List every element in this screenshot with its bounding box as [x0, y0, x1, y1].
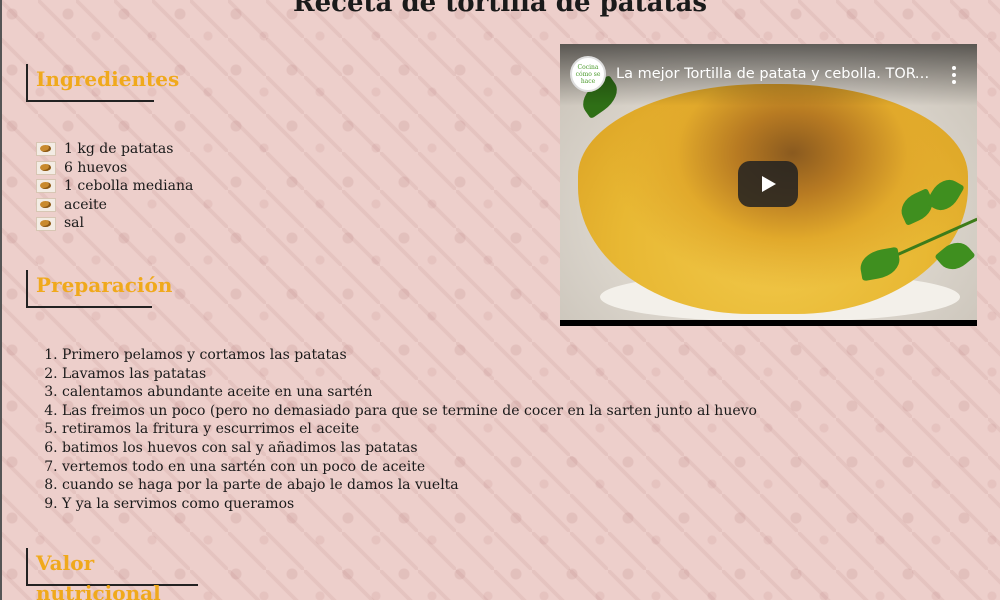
potato-icon — [36, 198, 56, 213]
potato-icon — [36, 160, 56, 175]
step-item: retiramos la fritura y escurrimos el ace… — [62, 420, 757, 439]
video-title-link[interactable]: La mejor Tortilla de patata y cebolla. T… — [616, 66, 934, 82]
heading-valor-nutricional: Valor nutricional — [26, 548, 198, 600]
step-item: calentamos abundante aceite en una sarté… — [62, 383, 757, 402]
ingredient-text: aceite — [64, 196, 107, 213]
ingredient-item: 6 huevos — [36, 159, 193, 178]
step-item: Las freimos un poco (pero no demasiado p… — [62, 402, 757, 421]
ingredient-text: sal — [64, 215, 85, 232]
potato-icon — [36, 142, 56, 157]
play-icon[interactable] — [738, 161, 798, 207]
ingredient-item: 1 cebolla mediana — [36, 177, 193, 196]
video-thumbnail[interactable]: Cocina cómo se hace La mejor Tortilla de… — [560, 44, 977, 320]
ingredient-text: 1 cebolla mediana — [64, 178, 194, 195]
potato-icon — [36, 179, 56, 194]
step-item: Y ya la servimos como queramos — [62, 495, 757, 514]
channel-avatar[interactable]: Cocina cómo se hace — [570, 56, 606, 92]
page-left-border — [0, 0, 2, 600]
ingredient-item: aceite — [36, 196, 193, 215]
ingredient-item: sal — [36, 214, 193, 233]
page-title: Receta de tortilla de patatas — [293, 0, 707, 18]
ingredients-list: 1 kg de patatas 6 huevos 1 cebolla media… — [36, 140, 193, 233]
step-item: batimos los huevos con sal y añadimos la… — [62, 439, 757, 458]
heading-preparacion: Preparación — [26, 270, 172, 308]
step-item: Lavamos las patatas — [62, 365, 757, 384]
youtube-video-embed[interactable]: Cocina cómo se hace La mejor Tortilla de… — [560, 44, 977, 326]
step-item: cuando se haga por la parte de abajo le … — [62, 476, 757, 495]
ingredient-text: 1 kg de patatas — [64, 141, 174, 157]
ingredient-text: 6 huevos — [64, 159, 128, 176]
potato-icon — [36, 216, 56, 231]
step-item: Primero pelamos y cortamos las patatas — [62, 346, 757, 365]
vertical-dots-icon[interactable] — [951, 66, 957, 86]
preparation-steps: Primero pelamos y cortamos las patatas L… — [28, 346, 757, 513]
ingredient-item: 1 kg de patatas — [36, 140, 193, 159]
heading-ingredientes: Ingredientes — [26, 64, 179, 102]
step-item: vertemos todo en una sartén con un poco … — [62, 458, 757, 477]
